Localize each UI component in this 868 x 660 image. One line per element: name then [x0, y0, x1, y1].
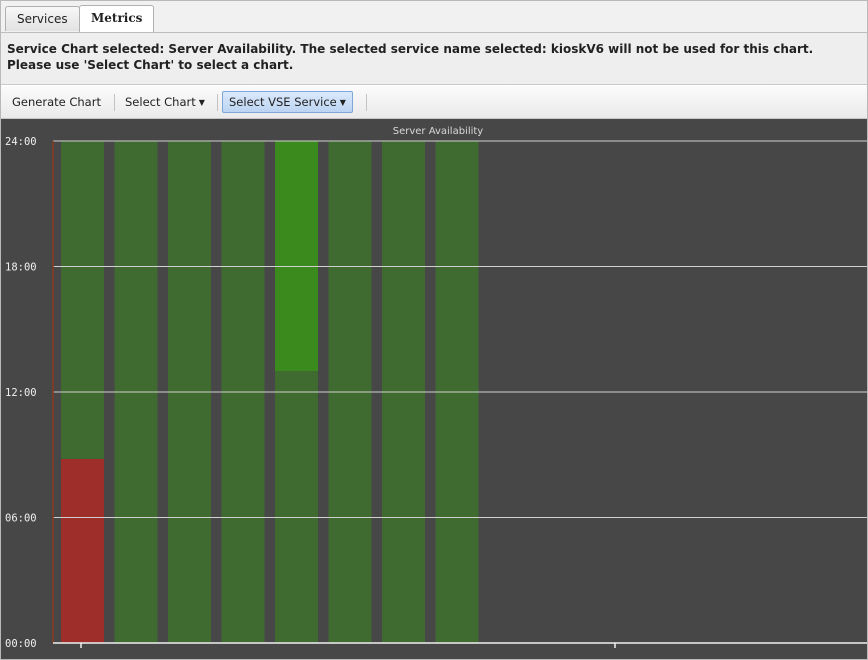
chart-title: Server Availability [393, 126, 484, 137]
chart-bar-segment [275, 141, 318, 372]
chart-toolbar: Generate Chart Select Chart ▼ Select VSE … [1, 86, 867, 119]
select-vse-service-label: Select VSE Service [229, 95, 337, 109]
chart-bar-segment [61, 141, 104, 459]
chart-bar-segment [275, 371, 318, 643]
toolbar-separator [217, 94, 218, 111]
tab-services[interactable]: Services [5, 6, 80, 31]
toolbar-separator [114, 94, 115, 111]
toolbar-separator [366, 94, 367, 111]
y-tick-label: 06:00 [5, 513, 37, 525]
select-chart-button[interactable]: Select Chart ▼ [119, 91, 211, 113]
tab-metrics[interactable]: Metrics [79, 5, 155, 32]
chart-area: Server Availability 00:00 06:00 12:00 18:00 2… [1, 119, 867, 659]
y-tick-label: 18:00 [5, 262, 37, 274]
y-tick-label: 12:00 [5, 387, 37, 399]
y-tick-label: 00:00 [5, 638, 37, 650]
server-availability-chart: Server Availability 00:00 06:00 12:00 18:00 2… [5, 126, 867, 650]
chart-bar-segment [61, 458, 104, 643]
generate-chart-button[interactable]: Generate Chart [6, 91, 107, 113]
metrics-panel: Services Metrics Service Chart selected:… [0, 0, 868, 660]
status-message: Service Chart selected: Server Availabil… [1, 33, 867, 85]
y-tick-label: 24:00 [5, 136, 37, 148]
chevron-down-icon: ▼ [339, 98, 346, 107]
select-chart-label: Select Chart [125, 95, 196, 109]
tab-bar: Services Metrics [1, 1, 867, 33]
select-vse-service-button[interactable]: Select VSE Service ▼ [222, 91, 353, 113]
chevron-down-icon: ▼ [198, 98, 205, 107]
